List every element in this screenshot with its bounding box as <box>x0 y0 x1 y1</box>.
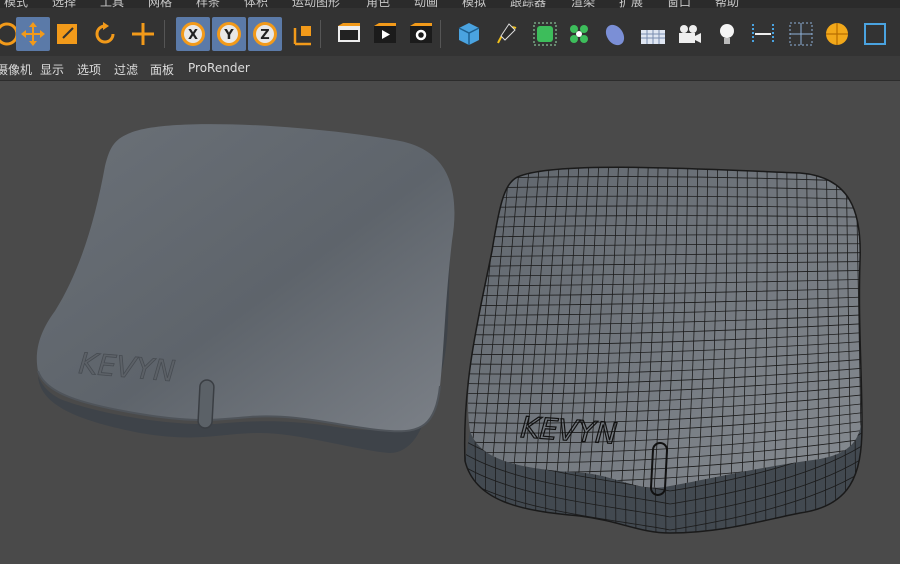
light-icon <box>713 20 741 48</box>
toolbar-button-coordinate-system[interactable] <box>286 17 320 51</box>
right-model[interactable]: KEVYN <box>460 161 870 541</box>
viewport-menu-item[interactable]: 选项 <box>77 61 101 78</box>
render-view-icon <box>335 20 363 48</box>
toolbar-button-light[interactable] <box>710 17 744 51</box>
toolbar-button-recent-tool[interactable] <box>126 17 160 51</box>
toolbar-separator <box>320 20 321 48</box>
menu-item[interactable]: 跟踪器 <box>510 0 546 8</box>
floor-icon <box>639 20 667 48</box>
rotate-icon <box>91 20 119 48</box>
toolbar-button-grid-object[interactable] <box>784 17 818 51</box>
svg-text:Z: Z <box>260 28 269 43</box>
viewport-menu-item[interactable]: 摄像机 <box>0 61 32 78</box>
left-model[interactable]: KEVYN <box>36 124 455 453</box>
menu-item[interactable]: 渲染 <box>571 0 595 8</box>
toolbar-button-subdivision-surface[interactable] <box>528 17 562 51</box>
menu-item[interactable]: 帮助 <box>715 0 739 8</box>
menu-item[interactable]: 网格 <box>148 0 172 8</box>
material-sphere-icon <box>823 20 851 48</box>
x-axis-lock-icon: X <box>179 20 207 48</box>
camera-icon <box>675 20 703 48</box>
toolbar-button-cube[interactable] <box>452 17 486 51</box>
toolbar-button-render-picture-viewer[interactable] <box>368 17 402 51</box>
toolbar-button-y-axis-lock[interactable]: Y <box>212 17 246 51</box>
z-axis-lock-icon: Z <box>251 20 279 48</box>
svg-text:X: X <box>188 28 198 43</box>
scale-icon <box>53 20 81 48</box>
menu-item[interactable]: 样条 <box>196 0 220 8</box>
menu-item[interactable]: 体积 <box>244 0 268 8</box>
render-settings-icon <box>407 20 435 48</box>
viewport-menu-item[interactable]: 过滤 <box>114 61 138 78</box>
toolbar-button-deformer[interactable] <box>598 17 632 51</box>
toolbar-button-floor[interactable] <box>636 17 670 51</box>
y-axis-lock-icon: Y <box>215 20 243 48</box>
menu-item[interactable]: 窗口 <box>667 0 691 8</box>
toolbar-button-pen-spline[interactable] <box>490 17 524 51</box>
toolbar-button-scale[interactable] <box>50 17 84 51</box>
toolbar-button-move[interactable] <box>16 17 50 51</box>
cloner-icon <box>565 20 593 48</box>
toolbar-button-cloner[interactable] <box>562 17 596 51</box>
move-icon <box>19 20 47 48</box>
pen-spline-icon <box>493 20 521 48</box>
coordinate-system-icon <box>289 20 317 48</box>
viewport-menu-item[interactable]: 显示 <box>40 61 64 78</box>
recent-tool-icon <box>129 20 157 48</box>
viewport-menu-bar: 摄像机 显示 选项 过滤 面板 ProRender <box>0 56 900 81</box>
menu-item[interactable]: 扩展 <box>619 0 643 8</box>
grid-object-icon <box>787 20 815 48</box>
3d-viewport[interactable]: KEVYN KEVYN <box>0 81 900 564</box>
toolbar-button-render-view[interactable] <box>332 17 366 51</box>
deformer-icon <box>601 20 629 48</box>
menu-item[interactable]: 运动图形 <box>292 0 340 8</box>
toolbar-button-render-settings[interactable] <box>404 17 438 51</box>
menu-item[interactable]: 模式 <box>4 0 28 8</box>
main-toolbar: X Y Z <box>0 8 900 56</box>
right-engraving: KEVYN <box>520 410 619 451</box>
menu-item[interactable]: 工具 <box>100 0 124 8</box>
toolbar-button-measure[interactable] <box>746 17 780 51</box>
viewport-canvas[interactable]: KEVYN KEVYN <box>0 81 900 564</box>
toolbar-button-x-axis-lock[interactable]: X <box>176 17 210 51</box>
menu-item[interactable]: 角色 <box>366 0 390 8</box>
svg-text:Y: Y <box>223 28 234 43</box>
left-usb-slot <box>197 379 215 429</box>
subdivision-surface-icon <box>531 20 559 48</box>
toolbar-separator <box>164 20 165 48</box>
toolbar-button-camera[interactable] <box>672 17 706 51</box>
toolbar-button-z-axis-lock[interactable]: Z <box>248 17 282 51</box>
viewport-menu-item[interactable]: 面板 <box>150 61 174 78</box>
toolbar-separator <box>440 20 441 48</box>
render-picture-viewer-icon <box>371 20 399 48</box>
extra-icon <box>861 20 889 48</box>
viewport-menu-item[interactable]: ProRender <box>188 61 250 75</box>
menu-bar: 模式 选择 工具 网格 样条 体积 运动图形 角色 动画 模拟 跟踪器 渲染 扩展 窗口 帮助 <box>0 0 900 8</box>
menu-item[interactable]: 模拟 <box>462 0 486 8</box>
toolbar-button-material-sphere[interactable] <box>820 17 854 51</box>
menu-item[interactable]: 选择 <box>52 0 76 8</box>
measure-icon <box>749 20 777 48</box>
cube-icon <box>455 20 483 48</box>
left-model-top <box>36 124 455 432</box>
toolbar-button-rotate[interactable] <box>88 17 122 51</box>
toolbar-button-extra[interactable] <box>858 17 892 51</box>
menu-item[interactable]: 动画 <box>414 0 438 8</box>
